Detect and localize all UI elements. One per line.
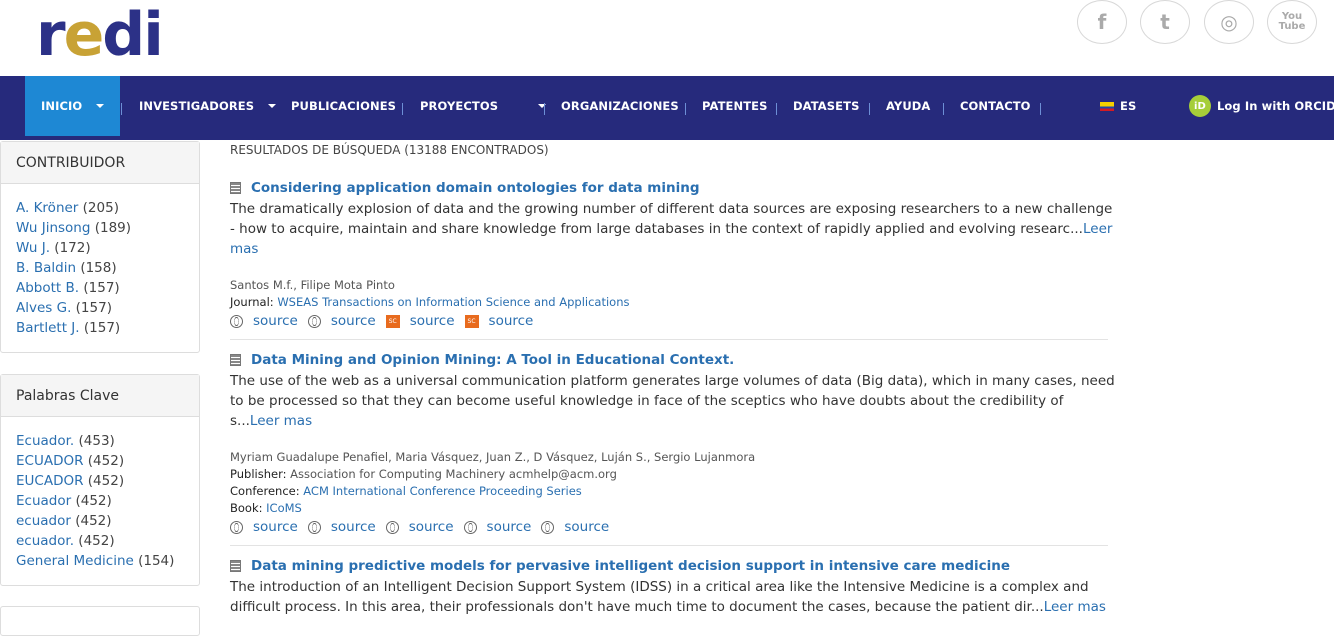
orcid-login-button[interactable]: iD Log In with ORCID bbox=[1189, 76, 1334, 136]
globe-icon bbox=[307, 520, 321, 534]
result-sources: source source source source source bbox=[230, 517, 1120, 537]
nav-patentes[interactable]: PATENTES bbox=[702, 76, 768, 136]
result-conference: Conference: ACM International Conference… bbox=[230, 484, 582, 498]
facet-item[interactable]: Bartlett J. (157) bbox=[16, 318, 199, 338]
nav-inicio[interactable]: INICIO bbox=[25, 76, 120, 136]
facet-item[interactable]: Ecuador (452) bbox=[16, 491, 199, 511]
globe-icon bbox=[541, 520, 555, 534]
keywords-list: Ecuador. (453) ECUADOR (452) EUCADOR (45… bbox=[1, 417, 199, 571]
read-more-link[interactable]: Leer mas bbox=[1044, 599, 1106, 615]
source-link[interactable]: source bbox=[541, 517, 609, 537]
results-count: RESULTADOS DE BÚSQUEDA (13188 ENCONTRADO… bbox=[230, 143, 549, 157]
language-selector[interactable]: ES bbox=[1100, 76, 1136, 136]
result-title[interactable]: Considering application domain ontologie… bbox=[230, 179, 1120, 197]
top-header: redi f t ◎ You Tube bbox=[0, 0, 1334, 76]
facet-item[interactable]: A. Kröner (205) bbox=[16, 198, 199, 218]
facet-item[interactable]: ECUADOR (452) bbox=[16, 451, 199, 471]
source-link[interactable]: source bbox=[385, 517, 454, 537]
nav-separator bbox=[685, 103, 686, 115]
nav-separator bbox=[943, 103, 944, 115]
nav-separator bbox=[544, 103, 545, 115]
nav-separator bbox=[869, 103, 870, 115]
globe-icon bbox=[307, 314, 321, 328]
keywords-panel: Palabras Clave Ecuador. (453) ECUADOR (4… bbox=[0, 374, 200, 586]
document-icon bbox=[230, 354, 241, 366]
ecuador-flag-icon bbox=[1100, 101, 1114, 111]
contributors-title: CONTRIBUIDOR bbox=[1, 142, 199, 184]
facet-item[interactable]: ecuador (452) bbox=[16, 511, 199, 531]
document-icon bbox=[230, 560, 241, 572]
result-title[interactable]: Data mining predictive models for pervas… bbox=[230, 557, 1120, 575]
youtube-icon[interactable]: You Tube bbox=[1267, 0, 1317, 44]
result-abstract: The dramatically explosion of data and t… bbox=[230, 201, 1113, 257]
nav-separator bbox=[121, 103, 122, 115]
facet-item[interactable]: Alves G. (157) bbox=[16, 298, 199, 318]
document-icon bbox=[230, 182, 241, 194]
conference-link[interactable]: ACM International Conference Proceeding … bbox=[303, 484, 582, 498]
facet-item[interactable]: EUCADOR (452) bbox=[16, 471, 199, 491]
contributors-panel: CONTRIBUIDOR A. Kröner (205) Wu Jinsong … bbox=[0, 141, 200, 353]
source-link[interactable]: source bbox=[230, 517, 298, 537]
globe-icon bbox=[230, 314, 243, 328]
source-link[interactable]: source bbox=[307, 517, 376, 537]
nav-datasets[interactable]: DATASETS bbox=[793, 76, 859, 136]
next-facet-panel bbox=[0, 606, 200, 636]
result-divider bbox=[230, 545, 1108, 546]
result-item: Data Mining and Opinion Mining: A Tool i… bbox=[230, 351, 1120, 537]
scopus-icon: SC bbox=[464, 314, 479, 328]
facet-item[interactable]: Wu Jinsong (189) bbox=[16, 218, 199, 238]
result-book: Book: ICoMS bbox=[230, 501, 302, 515]
read-more-link[interactable]: Leer mas bbox=[250, 413, 312, 429]
facet-item[interactable]: Ecuador. (453) bbox=[16, 431, 199, 451]
nav-investigadores[interactable]: INVESTIGADORES bbox=[139, 76, 277, 136]
facebook-icon[interactable]: f bbox=[1077, 0, 1127, 44]
facet-item[interactable]: ecuador. (452) bbox=[16, 531, 199, 551]
facet-item[interactable]: Wu J. (172) bbox=[16, 238, 199, 258]
globe-icon bbox=[385, 520, 399, 534]
keywords-title: Palabras Clave bbox=[1, 375, 199, 417]
nav-separator bbox=[776, 103, 777, 115]
source-link[interactable]: SC source bbox=[464, 311, 533, 331]
result-publisher: Publisher: Association for Computing Mac… bbox=[230, 467, 617, 481]
result-title[interactable]: Data Mining and Opinion Mining: A Tool i… bbox=[230, 351, 1120, 369]
result-journal: Journal: WSEAS Transactions on Informati… bbox=[230, 295, 630, 309]
orcid-icon: iD bbox=[1189, 95, 1211, 117]
facet-item[interactable]: B. Baldin (158) bbox=[16, 258, 199, 278]
nav-ayuda[interactable]: AYUDA bbox=[886, 76, 930, 136]
twitter-icon[interactable]: t bbox=[1140, 0, 1190, 44]
result-item: Considering application domain ontologie… bbox=[230, 179, 1120, 331]
facet-item[interactable]: General Medicine (154) bbox=[16, 551, 199, 571]
chevron-down-icon bbox=[96, 104, 105, 108]
nav-proyectos[interactable]: PROYECTOS bbox=[420, 76, 547, 136]
source-link[interactable]: source bbox=[307, 311, 376, 331]
result-item: Data mining predictive models for pervas… bbox=[230, 557, 1120, 617]
source-link[interactable]: source bbox=[230, 311, 298, 331]
nav-publicaciones[interactable]: PUBLICACIONES bbox=[291, 76, 396, 136]
redi-logo[interactable]: redi bbox=[36, 2, 164, 68]
result-abstract: The introduction of an Intelligent Decis… bbox=[230, 579, 1106, 615]
book-link[interactable]: ICoMS bbox=[266, 501, 302, 515]
nav-contacto[interactable]: CONTACTO bbox=[960, 76, 1031, 136]
result-sources: source source SC source SC source bbox=[230, 311, 1120, 331]
result-abstract: The use of the web as a universal commun… bbox=[230, 373, 1115, 429]
globe-icon bbox=[230, 520, 243, 534]
source-link[interactable]: SC source bbox=[385, 311, 455, 331]
journal-link[interactable]: WSEAS Transactions on Information Scienc… bbox=[277, 295, 629, 309]
instagram-icon[interactable]: ◎ bbox=[1204, 0, 1254, 44]
result-authors: Santos M.f., Filipe Mota Pinto bbox=[230, 278, 395, 292]
scopus-icon: SC bbox=[385, 314, 400, 328]
contributors-list: A. Kröner (205) Wu Jinsong (189) Wu J. (… bbox=[1, 184, 199, 338]
chevron-down-icon bbox=[268, 104, 277, 108]
nav-separator bbox=[1040, 103, 1041, 115]
main-navbar: INICIO INVESTIGADORES PUBLICACIONES PROY… bbox=[0, 76, 1334, 140]
nav-organizaciones[interactable]: ORGANIZACIONES bbox=[561, 76, 679, 136]
nav-separator bbox=[402, 103, 403, 115]
result-divider bbox=[230, 339, 1108, 340]
facet-item[interactable]: Abbott B. (157) bbox=[16, 278, 199, 298]
globe-icon bbox=[463, 520, 477, 534]
source-link[interactable]: source bbox=[463, 517, 531, 537]
result-authors: Myriam Guadalupe Penafiel, Maria Vásquez… bbox=[230, 450, 756, 464]
